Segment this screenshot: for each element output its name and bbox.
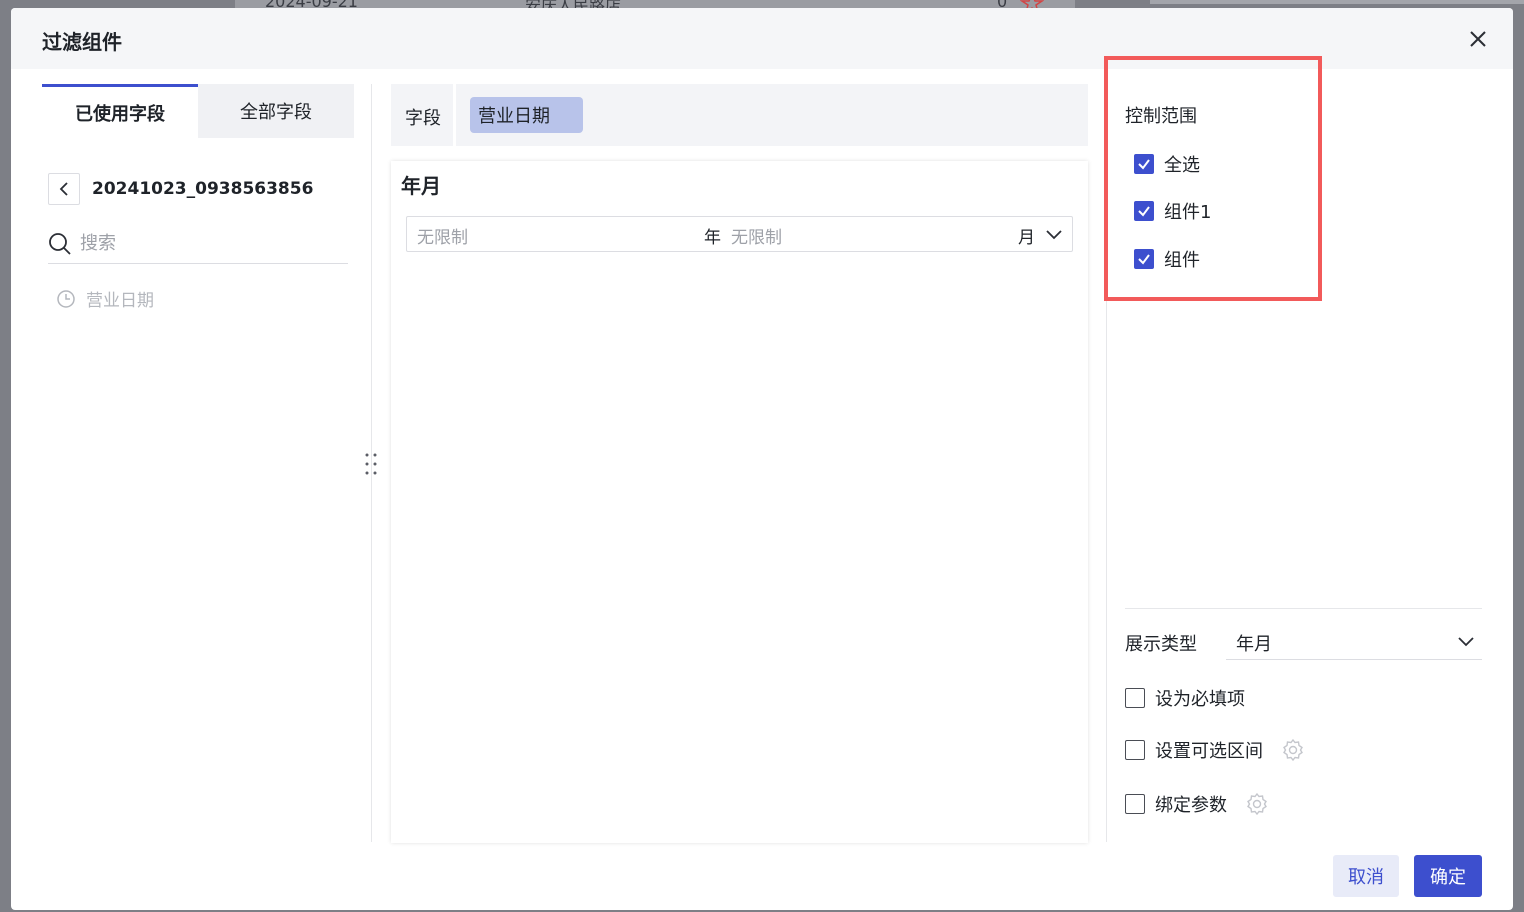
month-unit: 月 xyxy=(1018,228,1035,248)
field-tabs: 已使用字段 全部字段 xyxy=(42,84,354,138)
field-label: 营业日期 xyxy=(86,291,154,311)
tab-used-fields[interactable]: 已使用字段 xyxy=(42,84,198,138)
scope-item-component[interactable]: 组件 xyxy=(1134,246,1200,272)
gear-icon[interactable] xyxy=(1281,738,1305,762)
drag-dots-icon xyxy=(365,453,377,475)
option-selectable-range[interactable]: 设置可选区间 xyxy=(1125,737,1305,763)
option-label: 设置可选区间 xyxy=(1155,741,1263,762)
scope-select-all[interactable]: 全选 xyxy=(1134,151,1200,177)
year-month-select[interactable]: 无限制 年 无限制 月 xyxy=(406,216,1073,252)
option-required[interactable]: 设为必填项 xyxy=(1125,685,1245,711)
close-button[interactable] xyxy=(1465,26,1491,52)
cancel-button[interactable]: 取消 xyxy=(1333,855,1399,897)
chevron-down-icon xyxy=(1046,230,1062,240)
check-icon xyxy=(1138,206,1150,217)
search-box xyxy=(48,224,348,264)
control-scope-title: 控制范围 xyxy=(1125,106,1197,127)
option-bind-param[interactable]: 绑定参数 xyxy=(1125,791,1269,817)
display-type-select[interactable]: 年月 xyxy=(1226,622,1482,660)
option-label: 绑定参数 xyxy=(1155,795,1227,816)
dialog-title: 过滤组件 xyxy=(42,30,122,54)
chevron-down-icon xyxy=(1458,637,1474,647)
background-strip xyxy=(1150,0,1524,4)
selected-field-chip[interactable]: 营业日期 xyxy=(470,97,583,133)
chevron-left-icon xyxy=(59,182,68,196)
checkbox-checked[interactable] xyxy=(1134,201,1154,221)
checkbox-unchecked[interactable] xyxy=(1125,794,1145,814)
back-button[interactable] xyxy=(48,173,80,205)
search-icon xyxy=(49,232,71,255)
field-drop-bar: 字段 营业日期 xyxy=(391,84,1088,146)
preview-title: 年月 xyxy=(401,174,441,198)
search-input[interactable] xyxy=(80,233,320,254)
close-icon xyxy=(1470,31,1486,47)
check-icon xyxy=(1138,254,1150,265)
scope-item-label: 组件1 xyxy=(1164,202,1212,223)
settings-divider xyxy=(1125,608,1482,609)
dialog-header: 过滤组件 xyxy=(11,8,1513,69)
panel-divider-right xyxy=(1106,84,1107,842)
year-unit: 年 xyxy=(704,228,721,248)
dataset-name: 20241023_0938563856 xyxy=(92,179,314,199)
year-placeholder: 无限制 xyxy=(417,228,468,248)
field-bar-label: 字段 xyxy=(405,108,441,129)
option-label: 设为必填项 xyxy=(1155,689,1245,710)
scope-item-component1[interactable]: 组件1 xyxy=(1134,198,1211,224)
field-list-item[interactable]: 营业日期 xyxy=(56,286,154,311)
scope-item-label: 全选 xyxy=(1164,155,1200,176)
check-icon xyxy=(1138,159,1150,170)
display-type-value: 年月 xyxy=(1236,634,1272,655)
clock-icon xyxy=(57,289,75,308)
scope-item-label: 组件 xyxy=(1164,250,1200,271)
tab-all-fields[interactable]: 全部字段 xyxy=(198,84,354,138)
checkbox-checked[interactable] xyxy=(1134,154,1154,174)
checkbox-unchecked[interactable] xyxy=(1125,688,1145,708)
dataset-row: 20241023_0938563856 xyxy=(48,172,313,206)
gear-icon[interactable] xyxy=(1245,792,1269,816)
checkbox-unchecked[interactable] xyxy=(1125,740,1145,760)
display-type-label: 展示类型 xyxy=(1125,634,1197,655)
filter-component-dialog: 过滤组件 已使用字段 全部字段 20241023_0938563856 搜索 营… xyxy=(11,8,1513,910)
month-placeholder: 无限制 xyxy=(731,228,782,248)
confirm-button[interactable]: 确定 xyxy=(1414,855,1482,897)
resize-handle[interactable] xyxy=(363,452,379,476)
field-bar-separator xyxy=(453,84,456,146)
filter-preview: 年月 无限制 年 无限制 月 xyxy=(391,161,1088,843)
checkbox-checked[interactable] xyxy=(1134,249,1154,269)
